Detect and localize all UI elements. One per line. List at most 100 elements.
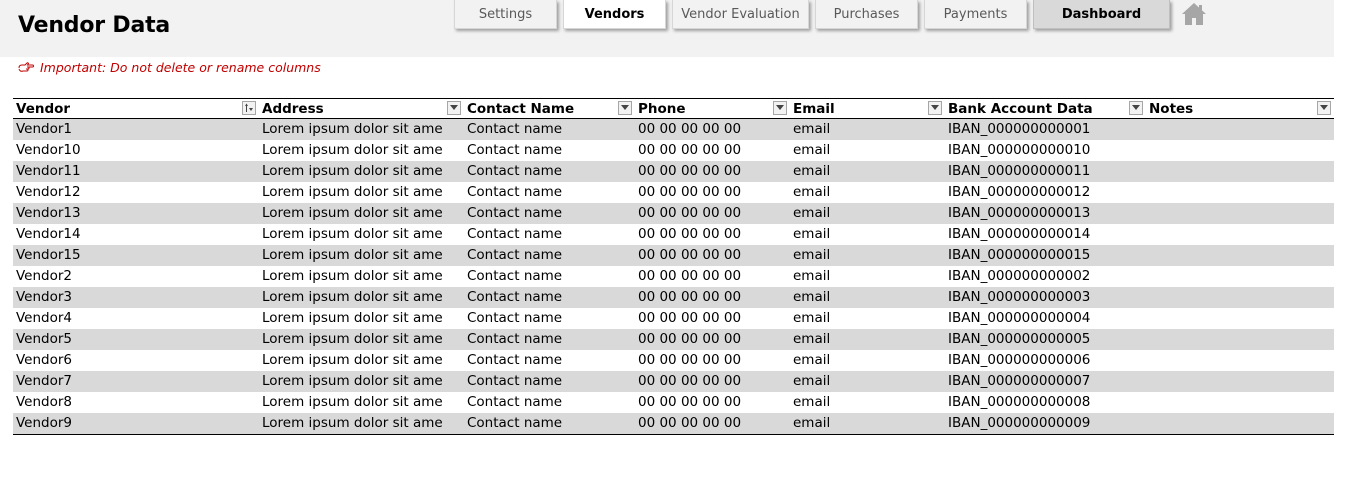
table-cell[interactable]: Vendor6 bbox=[13, 350, 259, 371]
table-cell[interactable]: 00 00 00 00 00 bbox=[635, 371, 790, 392]
table-cell[interactable]: 00 00 00 00 00 bbox=[635, 287, 790, 308]
table-cell[interactable] bbox=[1146, 308, 1334, 329]
table-cell[interactable]: 00 00 00 00 00 bbox=[635, 392, 790, 413]
table-cell[interactable]: Lorem ipsum dolor sit ame bbox=[259, 203, 464, 224]
table-cell[interactable]: Contact name bbox=[464, 182, 635, 203]
table-cell[interactable]: IBAN_000000000002 bbox=[945, 266, 1146, 287]
table-cell[interactable]: email bbox=[790, 245, 945, 266]
table-cell[interactable]: IBAN_000000000012 bbox=[945, 182, 1146, 203]
table-cell[interactable]: 00 00 00 00 00 bbox=[635, 308, 790, 329]
table-cell[interactable]: Lorem ipsum dolor sit ame bbox=[259, 371, 464, 392]
table-cell[interactable]: email bbox=[790, 392, 945, 413]
table-cell[interactable]: IBAN_000000000006 bbox=[945, 350, 1146, 371]
table-cell[interactable]: IBAN_000000000015 bbox=[945, 245, 1146, 266]
table-cell[interactable]: Contact name bbox=[464, 161, 635, 182]
table-cell[interactable]: email bbox=[790, 287, 945, 308]
filter-button[interactable] bbox=[447, 101, 461, 115]
table-cell[interactable]: Vendor8 bbox=[13, 392, 259, 413]
table-cell[interactable]: 00 00 00 00 00 bbox=[635, 266, 790, 287]
table-cell[interactable]: email bbox=[790, 371, 945, 392]
table-cell[interactable]: Vendor9 bbox=[13, 413, 259, 434]
table-cell[interactable]: IBAN_000000000001 bbox=[945, 119, 1146, 140]
table-cell[interactable]: IBAN_000000000005 bbox=[945, 329, 1146, 350]
table-cell[interactable]: Lorem ipsum dolor sit ame bbox=[259, 182, 464, 203]
table-cell[interactable]: email bbox=[790, 308, 945, 329]
table-cell[interactable]: IBAN_000000000004 bbox=[945, 308, 1146, 329]
table-cell[interactable]: IBAN_000000000014 bbox=[945, 224, 1146, 245]
table-cell[interactable]: Contact name bbox=[464, 203, 635, 224]
table-cell[interactable]: Lorem ipsum dolor sit ame bbox=[259, 161, 464, 182]
table-cell[interactable]: 00 00 00 00 00 bbox=[635, 224, 790, 245]
table-cell[interactable]: IBAN_000000000003 bbox=[945, 287, 1146, 308]
table-cell[interactable]: Contact name bbox=[464, 245, 635, 266]
table-cell[interactable]: IBAN_000000000011 bbox=[945, 161, 1146, 182]
table-cell[interactable]: Vendor12 bbox=[13, 182, 259, 203]
table-cell[interactable]: Vendor2 bbox=[13, 266, 259, 287]
table-cell[interactable]: Contact name bbox=[464, 392, 635, 413]
table-cell[interactable]: 00 00 00 00 00 bbox=[635, 182, 790, 203]
table-cell[interactable]: Lorem ipsum dolor sit ame bbox=[259, 308, 464, 329]
filter-button[interactable] bbox=[773, 101, 787, 115]
table-cell[interactable] bbox=[1146, 350, 1334, 371]
table-cell[interactable]: Lorem ipsum dolor sit ame bbox=[259, 266, 464, 287]
table-cell[interactable] bbox=[1146, 224, 1334, 245]
table-cell[interactable]: Contact name bbox=[464, 371, 635, 392]
table-cell[interactable] bbox=[1146, 245, 1334, 266]
table-cell[interactable] bbox=[1146, 119, 1334, 140]
sort-filter-button[interactable] bbox=[242, 101, 256, 115]
table-cell[interactable] bbox=[1146, 161, 1334, 182]
table-cell[interactable] bbox=[1146, 203, 1334, 224]
table-cell[interactable]: Vendor11 bbox=[13, 161, 259, 182]
table-cell[interactable]: IBAN_000000000010 bbox=[945, 140, 1146, 161]
table-cell[interactable]: Vendor10 bbox=[13, 140, 259, 161]
tab-vendors[interactable]: Vendors bbox=[563, 0, 666, 29]
table-cell[interactable]: 00 00 00 00 00 bbox=[635, 140, 790, 161]
table-cell[interactable] bbox=[1146, 329, 1334, 350]
table-cell[interactable]: Lorem ipsum dolor sit ame bbox=[259, 119, 464, 140]
table-cell[interactable]: Vendor13 bbox=[13, 203, 259, 224]
table-cell[interactable]: Contact name bbox=[464, 350, 635, 371]
table-cell[interactable]: email bbox=[790, 140, 945, 161]
table-cell[interactable]: Contact name bbox=[464, 287, 635, 308]
table-cell[interactable]: Vendor4 bbox=[13, 308, 259, 329]
table-cell[interactable]: Lorem ipsum dolor sit ame bbox=[259, 224, 464, 245]
table-cell[interactable]: Vendor14 bbox=[13, 224, 259, 245]
filter-button[interactable] bbox=[1317, 101, 1331, 115]
filter-button[interactable] bbox=[618, 101, 632, 115]
tab-payments[interactable]: Payments bbox=[924, 0, 1027, 29]
table-cell[interactable]: 00 00 00 00 00 bbox=[635, 119, 790, 140]
table-cell[interactable]: email bbox=[790, 224, 945, 245]
table-cell[interactable]: Lorem ipsum dolor sit ame bbox=[259, 140, 464, 161]
tab-purchases[interactable]: Purchases bbox=[815, 0, 918, 29]
table-cell[interactable]: Contact name bbox=[464, 119, 635, 140]
table-cell[interactable]: Contact name bbox=[464, 413, 635, 434]
table-cell[interactable]: Vendor3 bbox=[13, 287, 259, 308]
table-cell[interactable]: 00 00 00 00 00 bbox=[635, 203, 790, 224]
table-cell[interactable]: Lorem ipsum dolor sit ame bbox=[259, 287, 464, 308]
table-cell[interactable]: IBAN_000000000009 bbox=[945, 413, 1146, 434]
tab-vendor-evaluation[interactable]: Vendor Evaluation bbox=[672, 0, 809, 29]
tab-settings[interactable]: Settings bbox=[454, 0, 557, 29]
table-cell[interactable]: Lorem ipsum dolor sit ame bbox=[259, 329, 464, 350]
table-cell[interactable] bbox=[1146, 371, 1334, 392]
table-cell[interactable] bbox=[1146, 287, 1334, 308]
table-cell[interactable]: 00 00 00 00 00 bbox=[635, 413, 790, 434]
table-cell[interactable]: 00 00 00 00 00 bbox=[635, 350, 790, 371]
table-cell[interactable]: IBAN_000000000013 bbox=[945, 203, 1146, 224]
table-cell[interactable]: email bbox=[790, 203, 945, 224]
table-cell[interactable]: IBAN_000000000007 bbox=[945, 371, 1146, 392]
table-cell[interactable]: Vendor1 bbox=[13, 119, 259, 140]
table-cell[interactable]: Lorem ipsum dolor sit ame bbox=[259, 350, 464, 371]
table-cell[interactable]: Contact name bbox=[464, 266, 635, 287]
table-cell[interactable]: 00 00 00 00 00 bbox=[635, 245, 790, 266]
table-cell[interactable]: email bbox=[790, 182, 945, 203]
table-cell[interactable]: Contact name bbox=[464, 329, 635, 350]
table-cell[interactable]: Vendor5 bbox=[13, 329, 259, 350]
table-cell[interactable]: email bbox=[790, 329, 945, 350]
tab-dashboard[interactable]: Dashboard bbox=[1033, 0, 1170, 29]
table-cell[interactable]: email bbox=[790, 161, 945, 182]
table-cell[interactable] bbox=[1146, 392, 1334, 413]
table-cell[interactable]: Vendor7 bbox=[13, 371, 259, 392]
table-cell[interactable]: email bbox=[790, 119, 945, 140]
table-cell[interactable]: Lorem ipsum dolor sit ame bbox=[259, 413, 464, 434]
